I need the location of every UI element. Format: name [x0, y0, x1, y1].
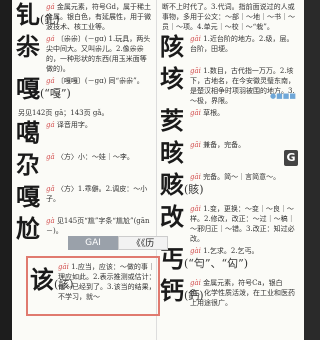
entry-gai-8: 钙(鈣) gài 金属元素，符号Ca，银白色，化学性质活泼，在工业和医药上用途很… [160, 278, 296, 308]
headword: 噶 [16, 118, 40, 147]
headword: 垓 [160, 64, 184, 93]
headword: 钆(釓) [16, 0, 60, 29]
left-column: 钆(釓) gá 金属元素，符号Gd，属于稀土金属。银白色，有延展性，用于微波技术… [16, 2, 152, 248]
headword: 尜 [16, 32, 40, 61]
headword: 赅(賅) [160, 170, 204, 199]
tab-kk[interactable]: 《《历 [118, 236, 168, 250]
definition: gāi 1.数目，古代指一万万。2.垓下，古地名，在今安徽灵璧东南，是楚汉相争时… [190, 67, 295, 105]
definition: gá 译音用字。 [46, 121, 92, 129]
entry-gai-5: 赅(賅) gāi 完备。简～｜言简意～。 [160, 172, 296, 202]
headword: 钙(鈣) [160, 276, 204, 305]
left-edge-bar [0, 0, 12, 340]
cross-ref: 另见142页 gā；143页 gǎ。 [16, 108, 152, 118]
definition: 另见142页 gā；143页 gǎ。 [18, 109, 109, 117]
definition: gǎ 〈方〉1.乖僻。2.调皮：～小子。 [46, 185, 148, 203]
definition: gài 金属元素，符号Ca，银白色，化学性质活泼，在工业和医药上用途很广。 [190, 279, 295, 307]
definition: gāi 1.近台阶的地方。2.级，层。台阶，田埂。 [190, 35, 294, 53]
definition: gāi 草根。 [190, 109, 225, 117]
entry-ga-1: 钆(釓) gá 金属元素，符号Gd，属于稀土金属。银白色，有延展性，用于微波技术… [16, 2, 152, 32]
headword: 尕 [16, 150, 40, 179]
entry-ga-6: 嘎 gǎ 〈方〉1.乖僻。2.调皮：～小子。 [16, 184, 152, 214]
section-letter-badge[interactable]: G [284, 150, 298, 166]
right-column: 断不上时代了。3.代词。指前面说过的人或事物，多用于公文：～部｜～地｜～书｜～员… [160, 2, 296, 310]
entry-gai-6: 改 gǎi 1.变，更换：～变｜～良｜～样。2.修改，改正：～过｜～稿｜～邪归正… [160, 204, 296, 244]
entry-gai-7: 丐(“匄”、“匃”) gài 1.乞求。2.乞丐。 [160, 246, 296, 276]
entry-ga-2: 尜 gá 〔尜尜〕(－gɑ) 1.玩具，两头尖中间大。又叫尜儿。2.像尜尜的，一… [16, 34, 152, 74]
definition: gá 〔尜尜〕(－gɑ) 1.玩具，两头尖中间大。又叫尜儿。2.像尜尜的，一种形… [46, 35, 151, 73]
definition: gà 见145页“尴”字条“尴尬”(gān－)。 [46, 217, 150, 235]
definition: gāi 兼备，完备。 [190, 141, 246, 149]
entry-gai-1: 陔 gāi 1.近台阶的地方。2.级，层。台阶，田埂。 [160, 34, 296, 64]
headword: 嘎(“嘎”) [16, 74, 71, 103]
definition: gǎ 〈方〉小：～娃｜～李。 [46, 153, 134, 161]
highlight-definition: gāi 1.应当，应该：～做的事｜理应如此。2.表示推测或估计：他～已经到了。3… [58, 263, 156, 301]
headword: 晐 [160, 138, 184, 167]
headword: 尬 [16, 214, 40, 243]
definition: 断不上时代了。3.代词。指前面说过的人或事物，多用于公文：～部｜～地｜～书｜～员… [162, 3, 295, 31]
definition: gāi 完备。简～｜言简意～。 [190, 173, 281, 181]
definition: gá 金属元素，符号Gd，属于稀土金属。银白色，有延展性，用于微波技术、核工业等… [46, 3, 151, 31]
entry-ga-4: 噶 gá 译音用字。 [16, 120, 152, 150]
entry-gai-2: 垓 gāi 1.数目，古代指一万万。2.垓下，古地名，在今安徽灵璧东南，是楚汉相… [160, 66, 296, 106]
entry-ga-5: 尕 gǎ 〈方〉小：～娃｜～李。 [16, 152, 152, 182]
definition: gǎi 1.变，更换：～变｜～良｜～样。2.修改，改正：～过｜～稿｜～邪归正｜～… [190, 205, 295, 243]
headword: 嘎 [16, 182, 40, 211]
tab-gai[interactable]: GAI [68, 236, 118, 250]
highlighted-entry[interactable]: 该(該) gāi 1.应当，应该：～做的事｜理应如此。2.表示推测或估计：他～已… [26, 256, 160, 316]
headword: 丐(“匄”、“匃”) [160, 244, 249, 273]
blue-watermark: ●■■■ [270, 92, 296, 100]
entry-continued: 断不上时代了。3.代词。指前面说过的人或事物，多用于公文：～部｜～地｜～书｜～员… [160, 2, 296, 32]
pinyin-tab-bar: GAI 《《历 [68, 236, 168, 250]
headword: 改 [160, 202, 184, 231]
headword: 陔 [160, 32, 184, 61]
entry-gai-4: 晐 gāi 兼备，完备。 [160, 140, 296, 170]
headword: 荄 [160, 106, 184, 135]
dictionary-page: 钆(釓) gá 金属元素，符号Gd，属于稀土金属。银白色，有延展性，用于微波技术… [12, 0, 304, 340]
entry-ga-3: 嘎(“嘎”) gá 〔嘎嘎〕(－gɑ) 同“尜尜”。 [16, 76, 152, 106]
entry-gai-3: 荄 gāi 草根。 [160, 108, 296, 138]
